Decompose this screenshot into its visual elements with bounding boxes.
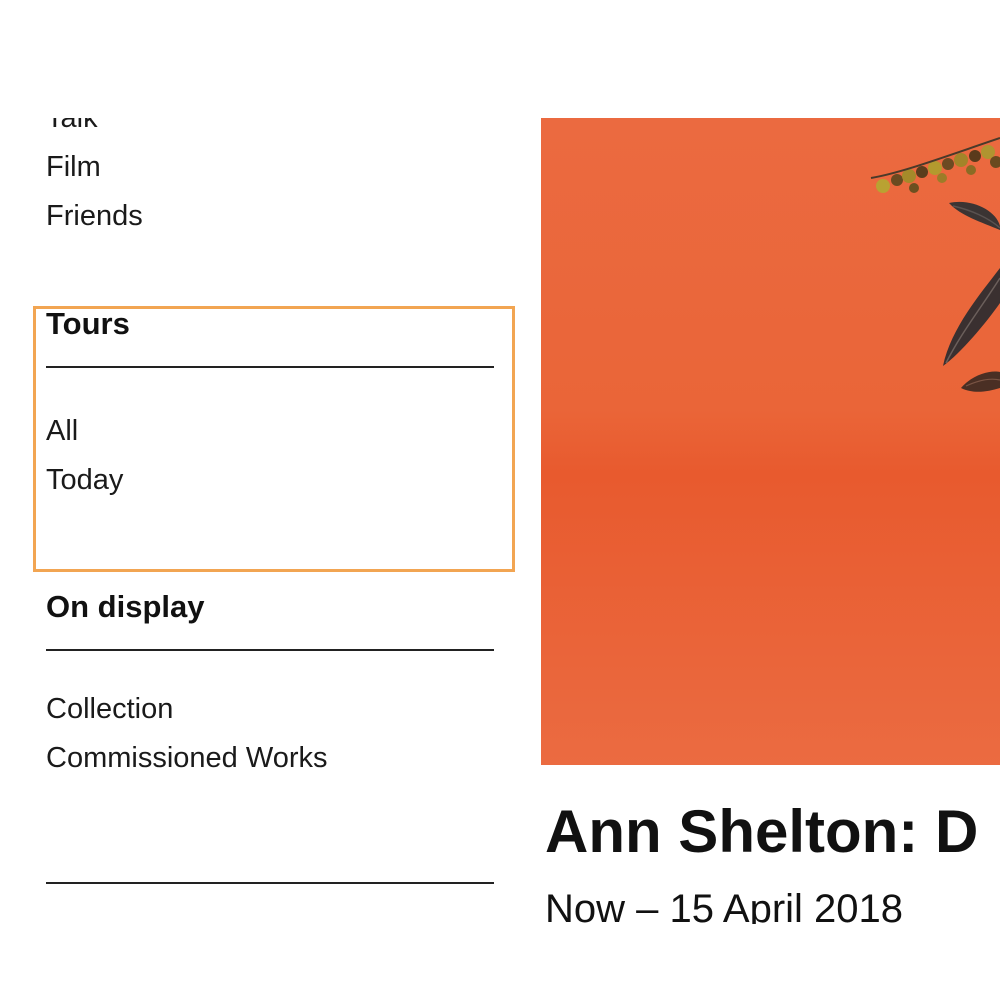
on-display-divider [46, 649, 494, 651]
tours-section: Tours All Today [46, 304, 494, 505]
botanical-photo-icon [870, 137, 1000, 392]
on-display-links: Collection Commissioned Works [46, 685, 494, 783]
tours-links: All Today [46, 407, 494, 505]
exhibition-dates-container: Now – 15 April 2018 [545, 880, 1000, 924]
tours-divider [46, 366, 494, 368]
nav-item-collection[interactable]: Collection [46, 685, 494, 734]
nav-item-commissioned-works[interactable]: Commissioned Works [46, 734, 494, 783]
nav-list: Talk Film Friends Tours All Today On dis… [46, 118, 494, 884]
exhibition-dates: Now – 15 April 2018 [545, 887, 904, 924]
nav-item-tours-today[interactable]: Today [46, 456, 494, 505]
page: Talk Film Friends Tours All Today On dis… [0, 0, 1000, 1000]
nav-item-friends[interactable]: Friends [46, 192, 494, 241]
on-display-heading[interactable]: On display [46, 587, 494, 627]
nav-item-tours-all[interactable]: All [46, 407, 494, 456]
tours-heading[interactable]: Tours [46, 304, 494, 344]
nav-item-film[interactable]: Film [46, 143, 494, 192]
exhibition-image[interactable] [541, 118, 1000, 765]
on-display-section: On display Collection Commissioned Works [46, 587, 494, 783]
exhibition-title[interactable]: Ann Shelton: D [545, 796, 978, 868]
sidebar-nav: Talk Film Friends Tours All Today On dis… [0, 118, 520, 918]
nav-item-talk[interactable]: Talk [46, 118, 494, 143]
nav-bottom-divider [46, 882, 494, 884]
